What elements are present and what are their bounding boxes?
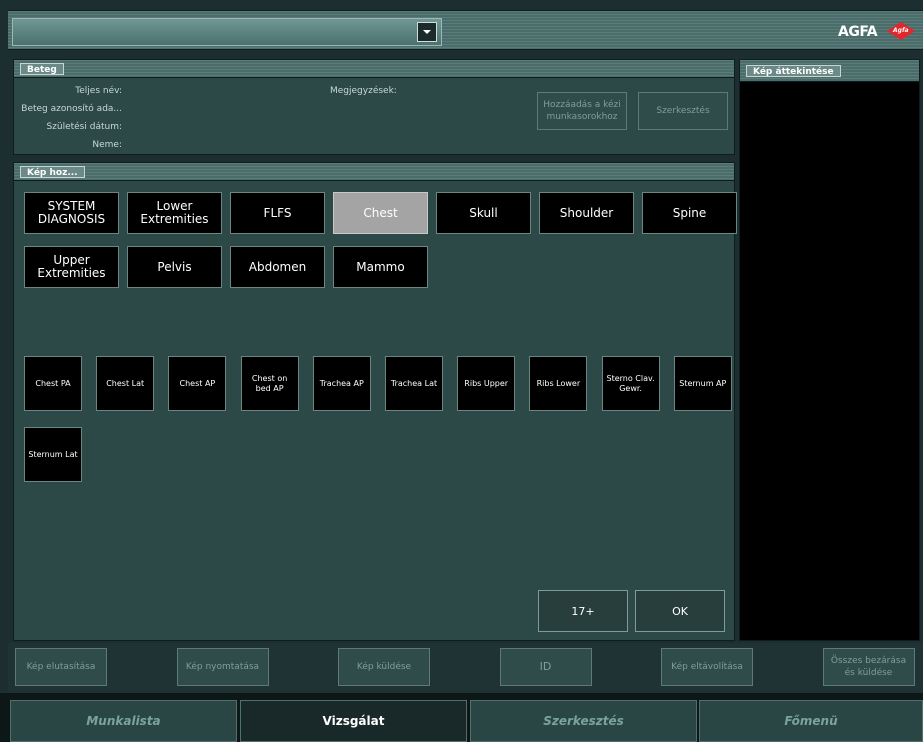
sex-label: Neme: — [92, 140, 122, 150]
category-chest[interactable]: Chest — [333, 192, 428, 234]
tab-examination[interactable]: Vizsgálat — [240, 700, 467, 742]
notes-label: Megjegyzések: — [330, 86, 397, 96]
agfa-logo: AGFA Agfa — [838, 22, 918, 40]
tab-worklist[interactable]: Munkalista — [10, 700, 237, 742]
view-sterno-clav-gewr[interactable]: Sterno Clav. Gewr. — [601, 356, 660, 411]
category-pelvis[interactable]: Pelvis — [127, 246, 222, 288]
category-shoulder[interactable]: Shoulder — [539, 192, 634, 234]
category-abdomen[interactable]: Abdomen — [230, 246, 325, 288]
tab-main-menu[interactable]: Főmenü — [699, 700, 923, 742]
view-chest-pa[interactable]: Chest PA — [24, 356, 82, 411]
birth-date-label: Születési dátum: — [46, 122, 122, 132]
id-button[interactable]: ID — [499, 648, 592, 686]
edit-patient-button[interactable]: Szerkesztés — [638, 92, 728, 130]
category-system-diagnosis[interactable]: SYSTEM DIAGNOSIS — [24, 192, 119, 234]
full-name-label: Teljes név: — [75, 86, 122, 96]
view-ribs-lower[interactable]: Ribs Lower — [529, 356, 588, 411]
category-lower-extremities[interactable]: Lower Extremities — [127, 192, 222, 234]
patient-id-label: Beteg azonosító ada... — [21, 104, 122, 114]
reject-image-button[interactable]: Kép elutasítása — [15, 648, 107, 686]
view-sternum-lat[interactable]: Sternum Lat — [24, 427, 82, 482]
patient-panel-header: Beteg — [14, 60, 734, 78]
logo-text: AGFA — [838, 24, 878, 40]
remove-image-button[interactable]: Kép eltávolítása — [661, 648, 753, 686]
exam-panel-header: Kép hoz... — [14, 163, 734, 181]
chevron-down-icon[interactable] — [417, 22, 437, 42]
view-ribs-upper[interactable]: Ribs Upper — [457, 356, 516, 411]
close-all-send-button[interactable]: Összes bezárása és küldése — [822, 648, 915, 686]
view-chest-lat[interactable]: Chest Lat — [96, 356, 155, 411]
exam-panel: Kép hoz... SYSTEM DIAGNOSIS Lower Extremi… — [13, 162, 737, 641]
preview-panel: Kép áttekintése — [739, 59, 920, 641]
category-mammo[interactable]: Mammo — [333, 246, 428, 288]
study-selector[interactable] — [12, 18, 442, 46]
preview-section-label: Kép áttekintése — [746, 65, 841, 77]
view-chest-on-bed-ap[interactable]: Chest on bed AP — [240, 356, 299, 411]
category-upper-extremities[interactable]: Upper Extremities — [24, 246, 119, 288]
patient-section-label: Beteg — [20, 63, 64, 75]
category-skull[interactable]: Skull — [436, 192, 531, 234]
preview-panel-header: Kép áttekintése — [740, 60, 919, 82]
send-image-button[interactable]: Kép küldése — [338, 648, 430, 686]
age-group-button[interactable]: 17+ — [538, 590, 628, 632]
view-sternum-ap[interactable]: Sternum AP — [673, 356, 732, 411]
exam-section-label: Kép hoz... — [20, 166, 85, 178]
patient-panel: Beteg Teljes név: Beteg azonosító ada...… — [13, 59, 735, 155]
view-chest-ap[interactable]: Chest AP — [168, 356, 227, 411]
ok-button[interactable]: OK — [635, 590, 725, 632]
category-spine[interactable]: Spine — [642, 192, 737, 234]
logo-mark-text: Agfa — [893, 27, 909, 34]
category-flfs[interactable]: FLFS — [230, 192, 325, 234]
view-trachea-lat[interactable]: Trachea Lat — [385, 356, 443, 411]
print-image-button[interactable]: Kép nyomtatása — [176, 648, 269, 686]
action-bar — [8, 643, 923, 693]
tab-editing[interactable]: Szerkesztés — [470, 700, 697, 742]
view-trachea-ap[interactable]: Trachea AP — [312, 356, 371, 411]
add-to-worklist-button[interactable]: Hozzáadás a kézi munkasorokhoz — [537, 92, 627, 130]
